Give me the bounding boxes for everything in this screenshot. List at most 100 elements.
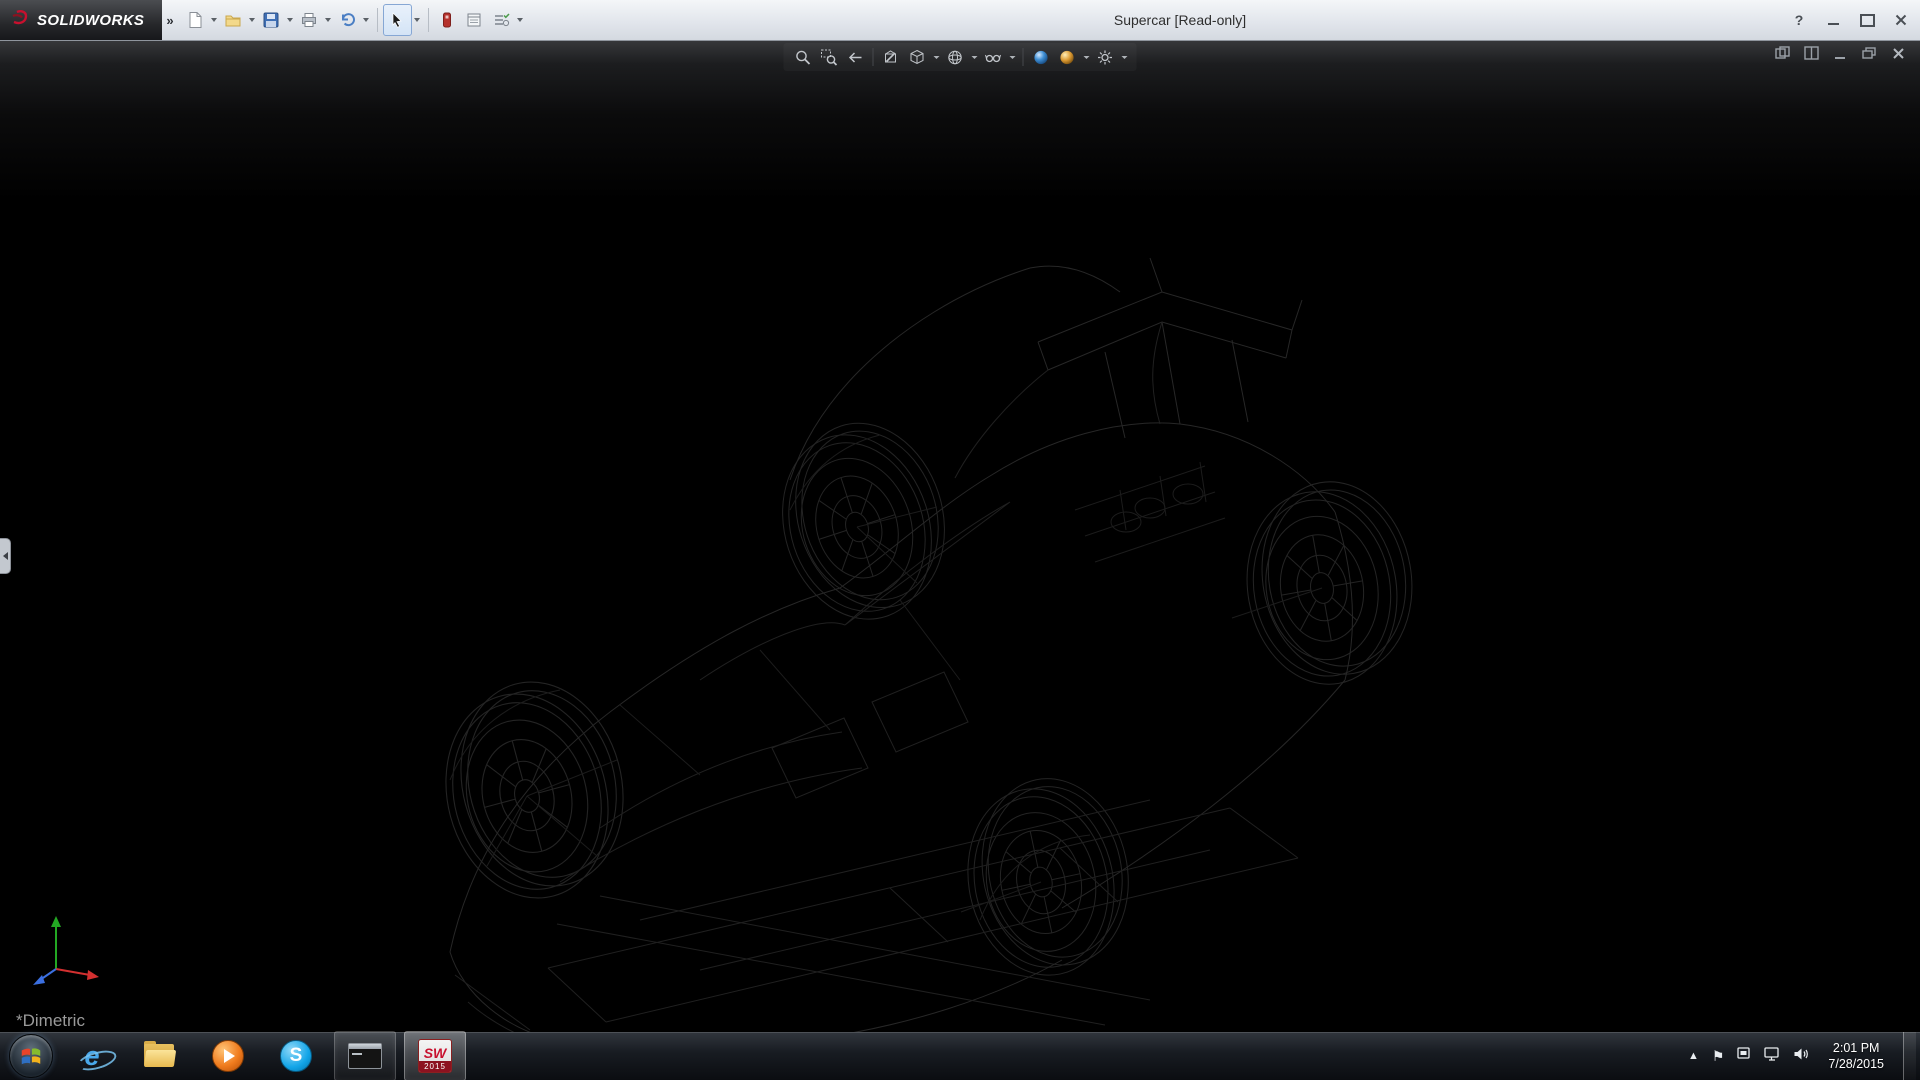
- view-orientation-icon: [909, 49, 926, 66]
- hud-separator: [1023, 48, 1024, 66]
- open-dropdown[interactable]: [247, 5, 258, 35]
- undo-dropdown[interactable]: [361, 5, 372, 35]
- help-button[interactable]: ?: [1790, 11, 1808, 29]
- heads-up-view-toolbar: [784, 43, 1137, 71]
- doc-split-window-button[interactable]: [1803, 45, 1819, 61]
- hud-separator: [873, 48, 874, 66]
- taskbar-item-skype[interactable]: S: [266, 1032, 326, 1080]
- display-style-button[interactable]: [944, 45, 967, 69]
- previous-view-button[interactable]: [844, 45, 867, 69]
- previous-view-icon: [847, 49, 864, 66]
- taskbar-item-internet-explorer[interactable]: e: [62, 1032, 122, 1080]
- toolbox-icon: [438, 11, 456, 29]
- taskbar-item-solidworks[interactable]: SW 2015: [404, 1031, 466, 1080]
- titlebar[interactable]: SOLIDWORKS »: [0, 0, 1920, 41]
- logo-text: SOLIDWORKS: [37, 12, 144, 29]
- print-button[interactable]: [296, 5, 323, 35]
- hide-show-items-icon: [985, 49, 1002, 66]
- select-button[interactable]: [383, 4, 412, 36]
- toolbar-separator: [428, 8, 429, 32]
- apply-scene-button[interactable]: [1056, 45, 1079, 69]
- split-window-icon: [1804, 46, 1819, 60]
- internet-explorer-icon: e: [84, 1043, 99, 1070]
- view-settings-dropdown[interactable]: [1120, 45, 1129, 69]
- folder-icon: [144, 1044, 176, 1068]
- dassault-icon: [10, 8, 30, 33]
- select-dropdown[interactable]: [412, 5, 423, 35]
- display-style-icon: [947, 49, 964, 66]
- taskbar-item-media-player[interactable]: [198, 1032, 258, 1080]
- doc-new-window-button[interactable]: [1774, 45, 1790, 61]
- toolbar-expander[interactable]: »: [166, 13, 173, 28]
- new-document-icon: [186, 11, 204, 29]
- clock-date: 7/28/2015: [1828, 1056, 1884, 1072]
- doc-close-button[interactable]: [1890, 45, 1906, 61]
- options-button[interactable]: [488, 5, 515, 35]
- display-style-dropdown[interactable]: [970, 45, 979, 69]
- skype-icon: S: [280, 1040, 312, 1072]
- command-window-icon: [348, 1043, 382, 1069]
- doc-minimize-button[interactable]: [1832, 45, 1848, 61]
- zoom-to-fit-button[interactable]: [792, 45, 815, 69]
- view-settings-button[interactable]: [1094, 45, 1117, 69]
- minimize-button[interactable]: [1824, 11, 1842, 29]
- save-dropdown[interactable]: [285, 5, 296, 35]
- print-icon: [300, 11, 318, 29]
- print-dropdown[interactable]: [323, 5, 334, 35]
- media-player-icon: [212, 1040, 244, 1072]
- taskbar-item-windows-explorer[interactable]: [130, 1032, 190, 1080]
- desktop: SOLIDWORKS »: [0, 0, 1920, 1080]
- new-dropdown[interactable]: [209, 5, 220, 35]
- toolbox-button[interactable]: [434, 5, 461, 35]
- open-document-button[interactable]: [220, 5, 247, 35]
- zoom-to-area-button[interactable]: [818, 45, 841, 69]
- windows-logo-icon: [19, 1044, 43, 1068]
- close-icon: [1895, 14, 1907, 26]
- orientation-triad: [20, 909, 112, 1006]
- view-settings-icon: [1097, 49, 1114, 66]
- show-hidden-icons-button[interactable]: ▲: [1688, 1050, 1699, 1062]
- view-orientation-label: *Dimetric: [16, 1011, 85, 1031]
- running-app-tray-icon[interactable]: [1737, 1047, 1751, 1065]
- hide-show-items-button[interactable]: [982, 45, 1005, 69]
- window-title: Supercar [Read-only]: [1114, 0, 1246, 40]
- wireframe-model: [0, 40, 1920, 1032]
- edit-appearance-icon: [1033, 49, 1050, 66]
- undo-icon: [338, 11, 356, 29]
- taskbar: e S SW 2015 ▲ ⚑: [0, 1032, 1920, 1080]
- volume-icon[interactable]: [1793, 1047, 1809, 1066]
- hide-show-items-dropdown[interactable]: [1008, 45, 1017, 69]
- edit-appearance-button[interactable]: [1030, 45, 1053, 69]
- solidworks-logo[interactable]: SOLIDWORKS: [0, 0, 162, 40]
- show-desktop-button[interactable]: [1903, 1032, 1916, 1080]
- system-tray: ▲ ⚑ 2:01 PM 7/28/2015: [1688, 1032, 1920, 1080]
- section-view-button[interactable]: [880, 45, 903, 69]
- graphics-viewport[interactable]: *Dimetric: [0, 40, 1920, 1032]
- save-button[interactable]: [258, 5, 285, 35]
- close-doc-icon: [1892, 47, 1905, 60]
- toolbar-separator: [377, 8, 378, 32]
- solidworks-icon: SW 2015: [418, 1039, 452, 1073]
- close-button[interactable]: [1892, 11, 1910, 29]
- action-center-icon[interactable]: ⚑: [1712, 1048, 1725, 1065]
- view-orientation-dropdown[interactable]: [932, 45, 941, 69]
- options-dropdown[interactable]: [515, 5, 526, 35]
- undo-button[interactable]: [334, 5, 361, 35]
- select-cursor-icon: [388, 11, 406, 29]
- minimize-doc-icon: [1834, 47, 1847, 60]
- new-document-button[interactable]: [182, 5, 209, 35]
- document-window-controls: [1774, 45, 1906, 61]
- doc-restore-button[interactable]: [1861, 45, 1877, 61]
- maximize-button[interactable]: [1858, 11, 1876, 29]
- network-icon[interactable]: [1764, 1047, 1780, 1066]
- apply-scene-dropdown[interactable]: [1082, 45, 1091, 69]
- start-button[interactable]: [0, 1032, 62, 1080]
- zoom-to-area-icon: [821, 49, 838, 66]
- taskbar-clock[interactable]: 2:01 PM 7/28/2015: [1822, 1040, 1890, 1073]
- featuremanager-flyout-tab[interactable]: [0, 538, 11, 574]
- view-orientation-button[interactable]: [906, 45, 929, 69]
- solidworks-version-badge: 2015: [419, 1061, 451, 1072]
- file-properties-button[interactable]: [461, 5, 488, 35]
- taskbar-item-command-window[interactable]: [334, 1031, 396, 1080]
- restore-doc-icon: [1862, 47, 1876, 60]
